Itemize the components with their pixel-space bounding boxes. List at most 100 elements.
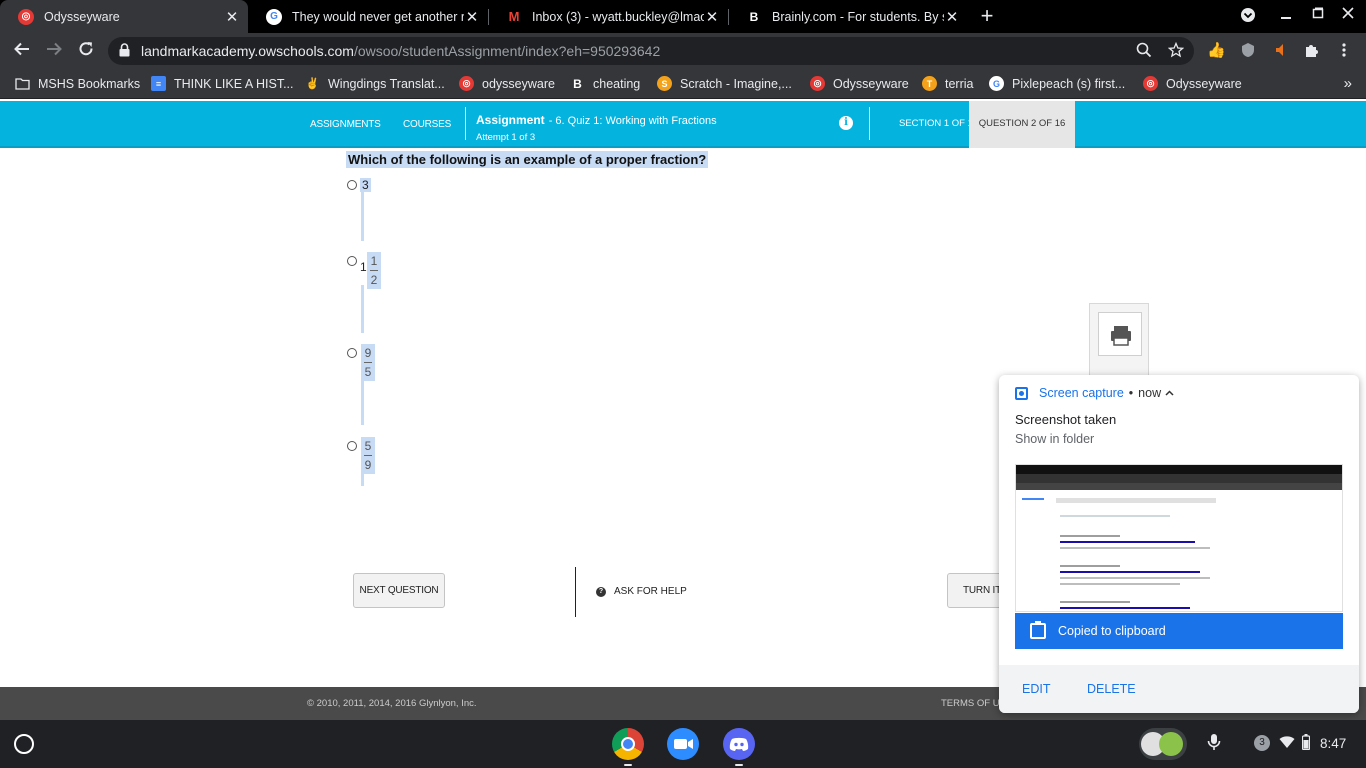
numerator: 1 <box>370 254 378 268</box>
reload-button[interactable] <box>75 40 97 62</box>
scratch-icon: S <box>657 76 672 91</box>
option-radio-2[interactable] <box>347 256 357 266</box>
option-radio-1[interactable] <box>347 180 357 190</box>
screenshot-thumbnail[interactable] <box>1015 464 1343 612</box>
numerator: 9 <box>364 346 372 360</box>
fraction-bar <box>364 455 372 456</box>
minimize-window-icon[interactable] <box>1276 6 1296 23</box>
header-divider <box>465 107 466 140</box>
extensions-puzzle-icon[interactable] <box>1303 42 1321 60</box>
notification-header[interactable]: Screen capture • now <box>1015 386 1174 400</box>
url-text: landmarkacademy.owschools.com/owsoo/stud… <box>141 43 661 59</box>
thumb-toolbar <box>1016 474 1342 483</box>
bookmark-star-icon[interactable] <box>1167 41 1185 60</box>
denominator: 9 <box>364 458 372 472</box>
copyright-text: © 2010, 2011, 2014, 2016 Glynlyon, Inc. <box>307 698 477 709</box>
ask-for-help-button[interactable]: ? ASK FOR HELP <box>596 586 687 597</box>
tab-brainly[interactable]: B Brainly.com - For students. By st ✕ <box>728 0 968 33</box>
close-tab-icon[interactable]: ✕ <box>944 8 960 26</box>
bookmark-pixlepeach[interactable]: G Pixlepeach (s) first... <box>989 76 1125 91</box>
thumbs-up-extension-icon[interactable]: 👍 <box>1207 42 1226 60</box>
terria-icon: T <box>922 76 937 91</box>
assignment-title: Assignment - 6. Quiz 1: Working with Frac… <box>476 113 717 143</box>
show-in-folder-link[interactable]: Show in folder <box>1015 432 1094 446</box>
thumb-line <box>1060 515 1170 517</box>
screen-capture-notification: Screen capture • now Screenshot taken Sh… <box>999 375 1359 713</box>
holding-space-tray[interactable] <box>1139 728 1187 760</box>
thumb-line <box>1060 547 1210 549</box>
zoom-app-icon[interactable] <box>667 728 699 760</box>
new-tab-button[interactable]: + <box>976 5 998 27</box>
thumb-searchbox <box>1056 498 1216 503</box>
more-bookmarks-button[interactable]: » <box>1344 75 1352 92</box>
selection-highlight <box>361 285 364 333</box>
bookmark-odysseyware-3[interactable]: ◎ Odysseyware <box>1143 76 1242 91</box>
tab-google-search[interactable]: G They would never get another ro ✕ <box>248 0 488 33</box>
print-button[interactable] <box>1098 312 1142 356</box>
folder-icon <box>15 76 30 91</box>
bookmark-odysseyware-2[interactable]: ◎ Odysseyware <box>810 76 909 91</box>
bookmark-wingdings-translator[interactable]: ✌ Wingdings Translat... <box>305 76 445 91</box>
thumb-link <box>1060 571 1200 573</box>
notification-title: Screenshot taken <box>1015 412 1117 427</box>
wifi-icon[interactable] <box>1279 735 1295 752</box>
discord-app-icon[interactable] <box>723 728 755 760</box>
brainly-favicon-icon: B <box>749 9 759 24</box>
thumb-logo <box>1022 498 1044 500</box>
shield-extension-icon[interactable] <box>1239 42 1257 60</box>
fraction-bar <box>370 270 378 271</box>
odysseyware-favicon-icon: ◎ <box>1143 76 1158 91</box>
tab-gmail[interactable]: M Inbox (3) - wyatt.buckley@lmaor ✕ <box>488 0 728 33</box>
option-radio-3[interactable] <box>347 348 357 358</box>
bookmark-think-like-a-historian[interactable]: ≡ THINK LIKE A HIST... <box>151 76 293 91</box>
thumb-bookmarks <box>1016 483 1342 490</box>
thumb-line <box>1060 583 1180 585</box>
next-question-button[interactable]: NEXT QUESTION <box>353 573 445 608</box>
speaker-extension-icon[interactable] <box>1272 42 1290 60</box>
edit-button[interactable]: EDIT <box>1022 682 1050 696</box>
delete-button[interactable]: DELETE <box>1087 682 1136 696</box>
close-tab-icon[interactable]: ✕ <box>704 8 720 26</box>
launcher-icon[interactable] <box>14 734 34 754</box>
bookmark-odysseyware-1[interactable]: ◎ odysseyware <box>459 76 555 91</box>
section-indicator[interactable]: SECTION 1 OF 1 <box>899 118 973 129</box>
forward-button[interactable] <box>43 40 65 62</box>
app-running-indicator <box>735 764 743 766</box>
thumb-line <box>1060 577 1210 579</box>
fraction-bar <box>364 362 372 363</box>
chevron-up-icon[interactable] <box>1165 388 1174 399</box>
bookmark-scratch[interactable]: S Scratch - Imagine,... <box>657 76 792 91</box>
chromeos-shelf: 3 8:47 <box>0 720 1366 768</box>
nav-assignments[interactable]: ASSIGNMENTS <box>310 119 381 130</box>
chrome-app-icon[interactable] <box>612 728 644 760</box>
restore-window-icon[interactable] <box>1308 6 1328 23</box>
chrome-menu-icon[interactable] <box>1335 42 1353 60</box>
tab-odysseyware[interactable]: ◎ Odysseyware ✕ <box>0 0 248 33</box>
close-window-icon[interactable] <box>1338 6 1358 23</box>
option-radio-4[interactable] <box>347 441 357 451</box>
thumb-line <box>1060 601 1130 603</box>
tab-search-icon[interactable] <box>1238 7 1258 26</box>
google-favicon-icon: G <box>266 8 282 25</box>
zoom-icon[interactable] <box>1135 42 1153 60</box>
selection-highlight <box>361 191 364 241</box>
clock[interactable]: 8:47 <box>1320 736 1346 751</box>
gmail-favicon-icon: M <box>508 9 520 24</box>
back-button[interactable] <box>11 40 33 62</box>
info-icon[interactable]: i <box>839 116 853 130</box>
notification-count-badge[interactable]: 3 <box>1254 735 1270 751</box>
close-tab-icon[interactable]: ✕ <box>464 8 480 26</box>
option-2-fraction: 1 2 <box>367 252 381 289</box>
nav-courses[interactable]: COURSES <box>403 119 451 130</box>
bookmark-cheating[interactable]: B cheating <box>570 76 640 91</box>
battery-icon[interactable] <box>1301 734 1311 753</box>
address-bar[interactable]: landmarkacademy.owschools.com/owsoo/stud… <box>108 37 1194 65</box>
microphone-icon[interactable] <box>1206 733 1222 754</box>
attempt-counter: Attempt 1 of 3 <box>476 132 536 143</box>
close-tab-icon[interactable]: ✕ <box>224 8 240 26</box>
bookmark-terria[interactable]: T terria <box>922 76 973 91</box>
question-counter-tab[interactable]: QUESTION 2 OF 16 <box>969 101 1075 148</box>
bookmark-folder-mshs[interactable]: MSHS Bookmarks <box>15 76 140 91</box>
lock-icon <box>119 43 130 57</box>
chrome-center <box>621 737 635 751</box>
